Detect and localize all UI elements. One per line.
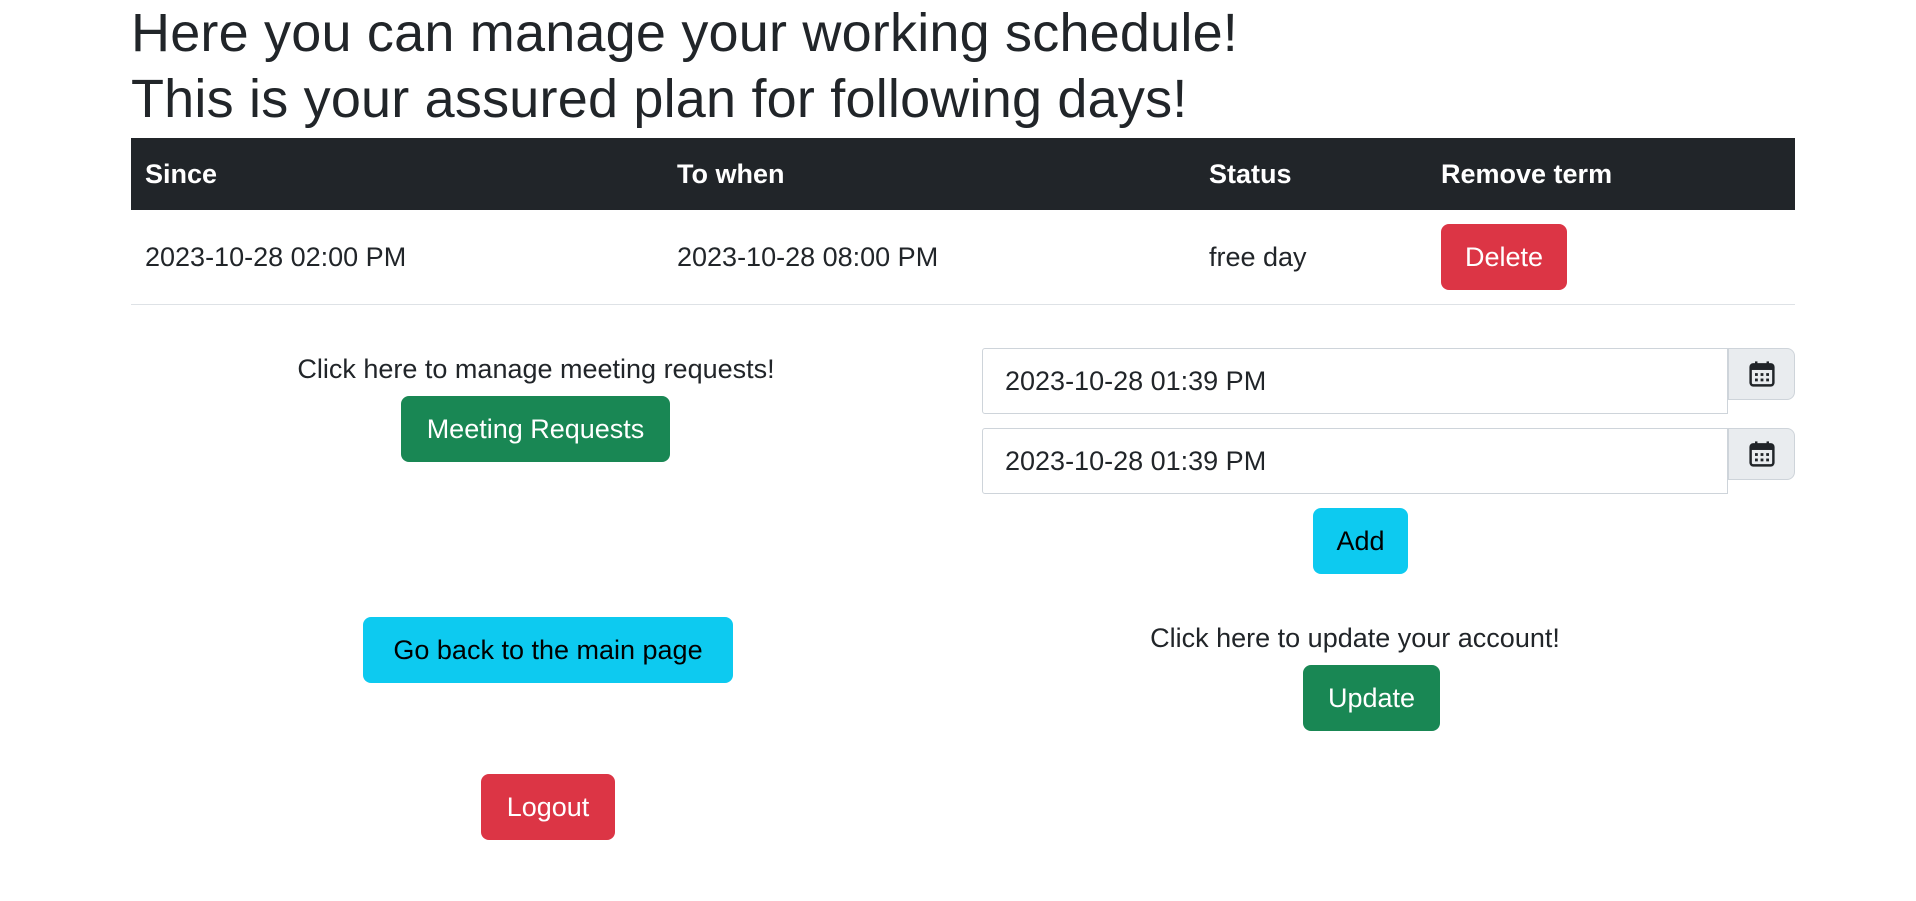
column-header-status: Status [1195, 138, 1427, 210]
column-header-to-when: To when [663, 138, 1195, 210]
add-term-button[interactable]: Add [1313, 508, 1408, 574]
calendar-icon [1748, 361, 1775, 387]
update-account-button[interactable]: Update [1303, 665, 1440, 731]
update-account-prompt: Click here to update your account! [1150, 623, 1560, 653]
logout-button[interactable]: Logout [481, 774, 615, 840]
page-title: Here you can manage your working schedul… [131, 3, 1239, 63]
page-subtitle: This is your assured plan for following … [131, 69, 1188, 129]
delete-term-button[interactable]: Delete [1441, 224, 1567, 290]
meeting-requests-button[interactable]: Meeting Requests [401, 396, 670, 462]
cell-remove-term: Delete [1427, 210, 1795, 305]
page-header: Here you can manage your working schedul… [131, 0, 1238, 132]
schedule-table: Since To when Status Remove term 2023-10… [131, 138, 1795, 305]
calendar-icon [1748, 441, 1775, 467]
cell-since: 2023-10-28 02:00 PM [131, 210, 663, 305]
start-datetime-input[interactable] [982, 348, 1728, 414]
start-datetime-group [982, 348, 1795, 414]
column-header-since: Since [131, 138, 663, 210]
end-datetime-group [982, 428, 1795, 494]
meeting-requests-prompt: Click here to manage meeting requests! [297, 354, 775, 384]
column-header-remove-term: Remove term [1427, 138, 1795, 210]
start-calendar-button[interactable] [1728, 348, 1795, 400]
end-datetime-input[interactable] [982, 428, 1728, 494]
table-row: 2023-10-28 02:00 PM 2023-10-28 08:00 PM … [131, 210, 1795, 305]
header-row: Since To when Status Remove term [131, 138, 1795, 210]
cell-status: free day [1195, 210, 1427, 305]
back-to-main-button[interactable]: Go back to the main page [363, 617, 733, 683]
schedule-table-body: 2023-10-28 02:00 PM 2023-10-28 08:00 PM … [131, 210, 1795, 305]
schedule-table-header: Since To when Status Remove term [131, 138, 1795, 210]
cell-to-when: 2023-10-28 08:00 PM [663, 210, 1195, 305]
end-calendar-button[interactable] [1728, 428, 1795, 480]
